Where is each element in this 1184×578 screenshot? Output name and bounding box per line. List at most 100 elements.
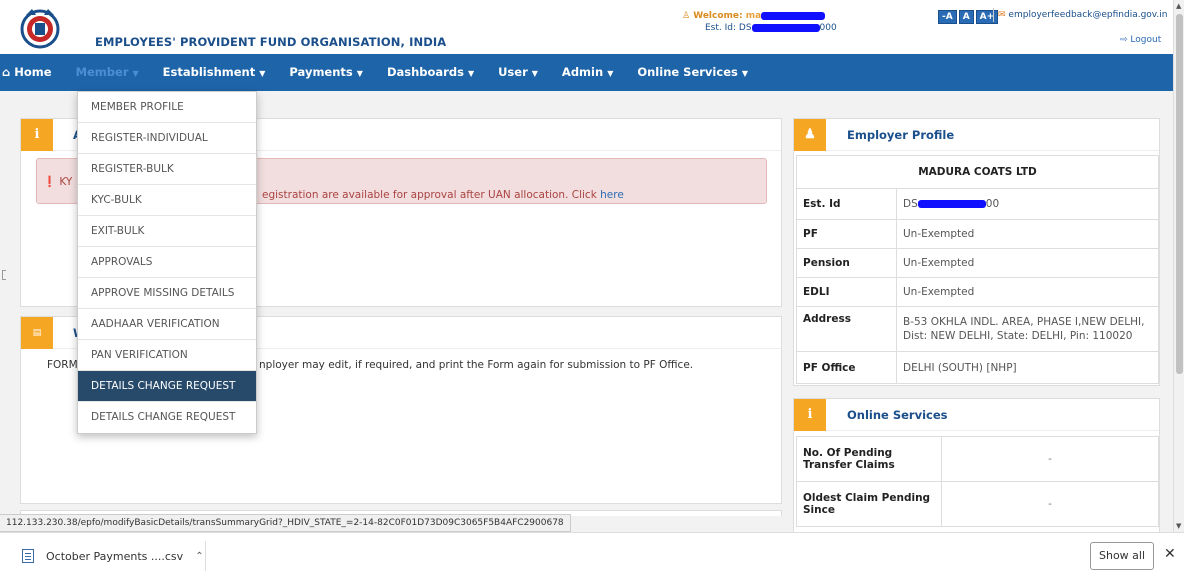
member-dropdown-menu: MEMBER PROFILE REGISTER-INDIVIDUAL REGIS… — [77, 91, 257, 434]
nav-user-label[interactable]: User — [498, 65, 528, 79]
nav-online-services[interactable]: Online Services ▼ — [625, 54, 760, 91]
feedback-email[interactable]: employerfeedback@epfindia.gov.in — [1008, 10, 1167, 20]
font-increase-button[interactable]: A+ — [975, 10, 999, 24]
menu-item-member-profile[interactable]: MEMBER PROFILE — [78, 92, 256, 123]
nav-member[interactable]: Member ▼ — [63, 54, 151, 91]
row-value: DS 00 — [896, 188, 1159, 220]
logout-label[interactable]: Logout — [1130, 35, 1161, 45]
chevron-up-icon[interactable]: ⌃ — [195, 551, 203, 562]
menu-item-kyc-bulk[interactable]: KYC-BULK — [78, 185, 256, 216]
menu-item-exit-bulk[interactable]: EXIT-BULK — [78, 216, 256, 247]
page-scrollbar[interactable]: ▲ ▼ — [1173, 0, 1184, 532]
row-key: Oldest Claim Pending Since — [796, 481, 942, 527]
home-icon: ⌂ — [2, 65, 11, 79]
menu-item-approve-missing-details[interactable]: APPROVE MISSING DETAILS — [78, 278, 256, 309]
epfo-logo — [20, 9, 60, 49]
scroll-down-icon[interactable]: ▼ — [1176, 522, 1181, 530]
est-id-text: Est. Id: DS 000 — [705, 23, 837, 33]
id-card-icon: ▤ — [21, 317, 53, 349]
font-decrease-button[interactable]: -A — [938, 10, 957, 24]
scroll-up-icon[interactable]: ▲ — [1176, 2, 1181, 10]
table-row: Est. Id DS 00 — [796, 188, 1159, 220]
nav-dashboards-label[interactable]: Dashboards — [387, 65, 464, 79]
download-file-name[interactable]: October Payments ....csv — [46, 550, 183, 563]
caret-down-icon: ▼ — [531, 69, 538, 78]
online-services-header: i Online Services — [794, 399, 1159, 431]
row-value: B-53 OKHLA INDL. AREA, PHASE I,NEW DELHI… — [896, 306, 1159, 352]
row-key: Est. Id — [796, 188, 897, 220]
nav-payments-label[interactable]: Payments — [289, 65, 352, 79]
nav-admin-label[interactable]: Admin — [562, 65, 603, 79]
table-row: No. Of Pending Transfer Claims - — [796, 436, 1159, 482]
employer-profile-table: MADURA COATS LTD Est. Id DS 00 PF Un-Exem… — [796, 155, 1159, 384]
scroll-thumb[interactable] — [1176, 14, 1183, 374]
menu-item-aadhaar-verification[interactable]: AADHAAR VERIFICATION — [78, 309, 256, 340]
nav-establishment[interactable]: Establishment ▼ — [151, 54, 278, 91]
row-value: Un-Exempted — [896, 248, 1159, 278]
est-id-value-suffix: 00 — [985, 198, 1000, 210]
est-id-suffix: 000 — [819, 23, 837, 33]
feedback-link[interactable]: ✉ employerfeedback@epfindia.gov.in — [998, 10, 1167, 20]
menu-item-pan-verification[interactable]: PAN VERIFICATION — [78, 340, 256, 371]
add-user-icon: ♟ — [794, 119, 826, 151]
menu-item-approvals[interactable]: APPROVALS — [78, 247, 256, 278]
caret-down-icon: ▼ — [467, 69, 475, 78]
logout-icon: ⇨ — [1120, 35, 1128, 45]
caret-down-icon: ▼ — [259, 69, 266, 78]
show-all-button[interactable]: Show all — [1090, 542, 1154, 570]
alert-here-link[interactable]: here — [600, 189, 624, 201]
table-row: Pension Un-Exempted — [796, 248, 1159, 278]
nav-establishment-label[interactable]: Establishment — [163, 65, 256, 79]
welcome-label: Welcome: — [693, 11, 743, 21]
table-row: PF Un-Exempted — [796, 219, 1159, 249]
row-value: - — [941, 481, 1159, 527]
window-edge-handle — [2, 270, 6, 280]
nav-dashboards[interactable]: Dashboards ▼ — [375, 54, 486, 91]
menu-item-details-change-request-2[interactable]: DETAILS CHANGE REQUEST — [78, 402, 256, 433]
company-name: MADURA COATS LTD — [796, 155, 1159, 189]
caret-down-icon: ▼ — [607, 69, 614, 78]
table-row: Oldest Claim Pending Since - — [796, 481, 1159, 527]
nav-user[interactable]: User ▼ — [486, 54, 550, 91]
download-item[interactable]: October Payments ....csv ⌃ — [8, 541, 204, 571]
redaction-mark — [917, 200, 986, 208]
form-text-prefix: FORM — [47, 359, 78, 371]
employer-profile-title: Employer Profile — [847, 128, 955, 142]
divider — [205, 541, 206, 571]
alert-message-text: egistration are available for approval a… — [262, 189, 597, 201]
divider — [993, 8, 994, 22]
menu-item-register-bulk[interactable]: REGISTER-BULK — [78, 154, 256, 185]
kyc-alert-message: egistration are available for approval a… — [262, 189, 624, 201]
nav-home[interactable]: ⌂ Home — [0, 54, 64, 91]
est-id-label: Est. Id: DS — [705, 23, 752, 33]
row-key: Address — [796, 306, 897, 352]
nav-member-label[interactable]: Member — [76, 65, 129, 79]
row-value: DELHI (SOUTH) [NHP] — [896, 351, 1159, 384]
org-title: EMPLOYEES' PROVIDENT FUND ORGANISATION, … — [95, 35, 447, 49]
row-key: PF Office — [796, 351, 897, 384]
menu-item-register-individual[interactable]: REGISTER-INDIVIDUAL — [78, 123, 256, 154]
status-bar-url: 112.133.230.38/epfo/modifyBasicDetails/t… — [0, 514, 571, 532]
caret-down-icon: ▼ — [132, 69, 139, 78]
nav-admin[interactable]: Admin ▼ — [550, 54, 625, 91]
employer-profile-header: ♟ Employer Profile — [794, 119, 1159, 151]
nav-home-label[interactable]: Home — [14, 65, 51, 79]
close-icon[interactable]: ✕ — [1164, 546, 1176, 562]
row-value: Un-Exempted — [896, 219, 1159, 249]
welcome-name: ma — [745, 11, 762, 21]
caret-down-icon: ▼ — [741, 69, 749, 78]
table-row: Address B-53 OKHLA INDL. AREA, PHASE I,N… — [796, 306, 1159, 352]
logout-button[interactable]: ⇨ Logout — [1120, 35, 1161, 45]
welcome-text: ♙ Welcome: ma — [682, 11, 826, 21]
nav-payments[interactable]: Payments ▼ — [277, 54, 375, 91]
envelope-icon: ✉ — [998, 10, 1006, 20]
caret-down-icon: ▼ — [356, 69, 363, 78]
row-value: - — [941, 436, 1159, 482]
table-row: MADURA COATS LTD — [796, 155, 1159, 189]
file-icon — [22, 549, 34, 563]
font-normal-button[interactable]: A — [958, 10, 974, 24]
row-key: PF — [796, 219, 897, 249]
nav-online-services-label[interactable]: Online Services — [637, 65, 738, 79]
online-services-title: Online Services — [847, 408, 948, 422]
menu-item-details-change-request[interactable]: DETAILS CHANGE REQUEST — [78, 371, 256, 402]
